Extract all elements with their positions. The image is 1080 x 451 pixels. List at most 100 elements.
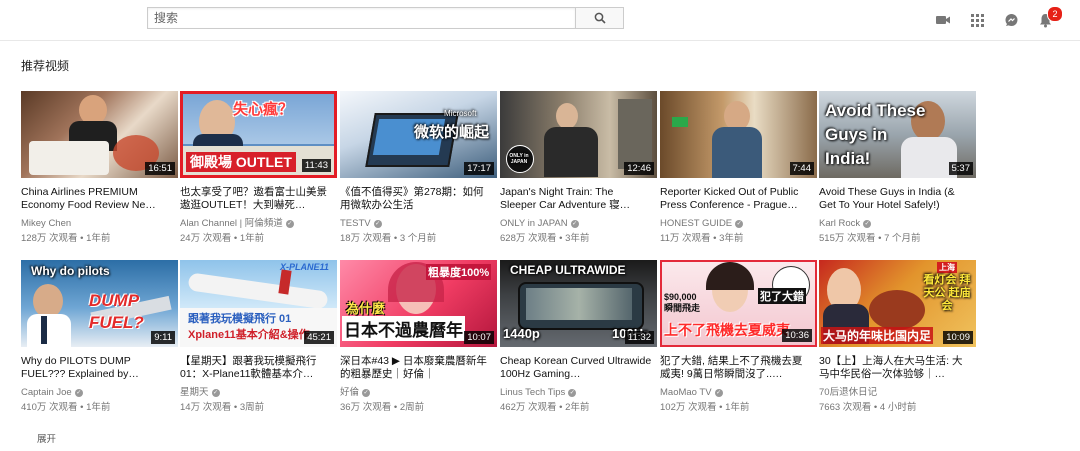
apps-button[interactable] — [960, 10, 994, 30]
channel-name[interactable]: MaoMao TV ✓ — [660, 387, 817, 399]
video-title[interactable]: 深日本#43 ▶ 日本廢棄農曆新年的粗暴歷史｜好倫｜ — [340, 355, 492, 381]
thumbnail-caption: DUMP FUEL? — [89, 291, 144, 332]
thumbnail-caption: 大马的年味比国内足 — [821, 327, 934, 344]
thumbnail-caption: ONLY in JAPAN — [509, 153, 529, 165]
video-thumbnail[interactable]: 犯了大錯 $90,000 瞬間飛走 上不了飛機去夏威夷 10:36 — [660, 260, 817, 347]
thumbnail-caption: $90,000 瞬間飛走 — [664, 292, 701, 313]
video-thumbnail[interactable]: 7:44 — [660, 91, 817, 178]
thumbnail-caption: 看灯会 拜天公 赶庙会 — [923, 274, 971, 312]
video-title[interactable]: 【星期天】跟著我玩模擬飛行01：X-Plane11軟體基本介… — [180, 355, 332, 381]
video-title[interactable]: Cheap Korean Curved Ultrawide 100Hz Gami… — [500, 355, 652, 381]
thumbnail-caption: Why do pilots — [31, 264, 110, 278]
search-button[interactable] — [575, 7, 624, 29]
thumbnail-caption: CHEAP ULTRAWIDE — [510, 263, 626, 277]
video-meta: 36万 次观看 • 2周前 — [340, 402, 425, 413]
channel-name[interactable]: HONEST GUIDE ✓ — [660, 218, 817, 230]
view-count: 410万 次观看 — [21, 402, 78, 413]
verified-icon: ✓ — [373, 220, 382, 228]
video-thumbnail[interactable]: 上海 看灯会 拜天公 赶庙会 大马的年味比国内足 10:09 — [819, 260, 976, 347]
view-count: 18万 次观看 — [340, 233, 392, 244]
video-meta: 24万 次观看 • 1年前 — [180, 233, 265, 244]
verified-icon: ✓ — [211, 389, 220, 397]
video-thumbnail[interactable]: CHEAP ULTRAWIDE 1440p 100Hz 11:32 — [500, 260, 657, 347]
notification-count-badge: 2 — [1047, 6, 1063, 22]
view-count: 102万 次观看 — [660, 402, 717, 413]
view-count: 24万 次观看 — [180, 233, 232, 244]
video-title[interactable]: Avoid These Guys in India (& Get To Your… — [819, 186, 971, 212]
video-card[interactable]: ONLY in JAPAN 12:46 Japan's Night Train:… — [500, 91, 657, 245]
video-duration: 12:46 — [624, 162, 654, 175]
channel-name[interactable]: ONLY in JAPAN ✓ — [500, 218, 657, 230]
video-meta: 128万 次观看 • 1年前 — [21, 233, 111, 244]
thumbnail-caption: 上海 — [937, 262, 957, 273]
video-thumbnail[interactable]: 16:51 — [21, 91, 178, 178]
upload-age: 2周前 — [399, 402, 425, 413]
video-card[interactable]: Avoid These Guys in India! 5:37 Avoid Th… — [819, 91, 976, 245]
channel-name[interactable]: Captain Joe ✓ — [21, 387, 178, 399]
video-camera-icon — [936, 16, 950, 24]
video-card[interactable]: 7:44 Reporter Kicked Out of Public Press… — [660, 91, 817, 245]
video-duration: 45:21 — [304, 331, 334, 344]
video-title[interactable]: Reporter Kicked Out of Public Press Conf… — [660, 186, 812, 212]
channel-name[interactable]: Karl Rock ✓ — [819, 218, 976, 230]
apps-grid-icon — [970, 13, 984, 27]
messages-button[interactable] — [994, 10, 1028, 30]
video-card[interactable]: Microsoft 微软的崛起 17:17 《值不值得买》第278期：如何用微软… — [340, 91, 497, 245]
video-card[interactable]: X-PLANE11 跟著我玩模擬飛行 01 Xplane11基本介紹&操作 45… — [180, 260, 337, 414]
video-title[interactable]: China Airlines PREMIUM Economy Food Revi… — [21, 186, 173, 212]
section-title: 推荐视频 — [21, 59, 70, 73]
verified-icon: ✓ — [568, 389, 577, 397]
video-title[interactable]: 也太享受了吧？遨看富士山美景遨逛OUTLET！大到嚇死… — [180, 186, 332, 212]
channel-label: TESTV — [340, 218, 371, 229]
video-title[interactable]: 30【上】上海人在大马生活: 大马中华民俗一次体验够｜… — [819, 355, 971, 381]
video-thumbnail[interactable]: X-PLANE11 跟著我玩模擬飛行 01 Xplane11基本介紹&操作 45… — [180, 260, 337, 347]
video-card[interactable]: Why do pilots DUMP FUEL? 9:11 Why do PIL… — [21, 260, 178, 414]
video-thumbnail[interactable]: Avoid These Guys in India! 5:37 — [819, 91, 976, 178]
channel-label: 星期天 — [180, 387, 209, 398]
channel-name[interactable]: Mikey Chen — [21, 218, 178, 230]
video-card[interactable]: 上海 看灯会 拜天公 赶庙会 大马的年味比国内足 10:09 30【上】上海人在… — [819, 260, 976, 414]
channel-name[interactable]: 星期天 ✓ — [180, 387, 337, 399]
video-meta: 102万 次观看 • 1年前 — [660, 402, 750, 413]
view-count: 628万 次观看 — [500, 233, 557, 244]
header-actions: 2 — [926, 6, 1063, 30]
video-duration: 5:37 — [948, 162, 973, 175]
view-count: 128万 次观看 — [21, 233, 78, 244]
video-card[interactable]: CHEAP ULTRAWIDE 1440p 100Hz 11:32 Cheap … — [500, 260, 657, 414]
channel-label: HONEST GUIDE — [660, 218, 733, 229]
upload-age: 3 个月前 — [399, 233, 437, 244]
video-title[interactable]: 《值不值得买》第278期：如何用微软办公生活 — [340, 186, 492, 212]
video-meta: 14万 次观看 • 3周前 — [180, 402, 265, 413]
video-title[interactable]: Why do PILOTS DUMP FUEL??? Explained by… — [21, 355, 173, 381]
video-title[interactable]: Japan's Night Train: The Sleeper Car Adv… — [500, 186, 652, 212]
video-thumbnail[interactable]: ONLY in JAPAN 12:46 — [500, 91, 657, 178]
video-thumbnail[interactable]: Microsoft 微软的崛起 17:17 — [340, 91, 497, 178]
channel-name[interactable]: Linus Tech Tips ✓ — [500, 387, 657, 399]
video-card[interactable]: 16:51 China Airlines PREMIUM Economy Foo… — [21, 91, 178, 245]
channel-name[interactable]: TESTV ✓ — [340, 218, 497, 230]
upload-age: 1年前 — [86, 402, 111, 413]
video-duration: 9:11 — [151, 331, 175, 344]
channel-name[interactable]: Alan Channel | 阿倫頻道 ✓ — [180, 218, 337, 230]
channel-name[interactable]: 70后退休日记 — [819, 387, 976, 399]
video-thumbnail[interactable]: Why do pilots DUMP FUEL? 9:11 — [21, 260, 178, 347]
channel-name[interactable]: 好倫 ✓ — [340, 387, 497, 399]
video-thumbnail[interactable]: 失心瘋？ 御殿場 OUTLET 11:43 — [180, 91, 337, 178]
upload-age: 1年前 — [86, 233, 111, 244]
channel-label: MaoMao TV — [660, 387, 712, 398]
expand-button[interactable]: 展开 — [37, 431, 56, 445]
upload-video-button[interactable] — [926, 10, 960, 30]
search-input[interactable] — [147, 7, 575, 29]
video-thumbnail[interactable]: 粗暴度100% 為什麼 日本不過農曆年 10:07 — [340, 260, 497, 347]
thumbnail-caption: 日本不過農曆年 — [342, 316, 465, 341]
video-card[interactable]: 犯了大錯 $90,000 瞬間飛走 上不了飛機去夏威夷 10:36 犯了大錯, … — [660, 260, 817, 414]
notifications-button[interactable]: 2 — [1028, 6, 1063, 30]
video-title[interactable]: 犯了大錯, 結果上不了飛機去夏威夷! 9萬日幣瞬間沒了..… — [660, 355, 812, 381]
video-meta: 462万 次观看 • 2年前 — [500, 402, 590, 413]
view-count: 14万 次观看 — [180, 402, 232, 413]
thumbnail-caption: 御殿場 OUTLET — [186, 152, 296, 172]
view-count: 11万 次观看 — [660, 233, 711, 244]
video-card[interactable]: 失心瘋？ 御殿場 OUTLET 11:43 也太享受了吧？遨看富士山美景遨逛OU… — [180, 91, 337, 245]
video-card[interactable]: 粗暴度100% 為什麼 日本不過農曆年 10:07 深日本#43 ▶ 日本廢棄農… — [340, 260, 497, 414]
thumbnail-caption: Avoid These Guys in India! — [825, 101, 926, 168]
